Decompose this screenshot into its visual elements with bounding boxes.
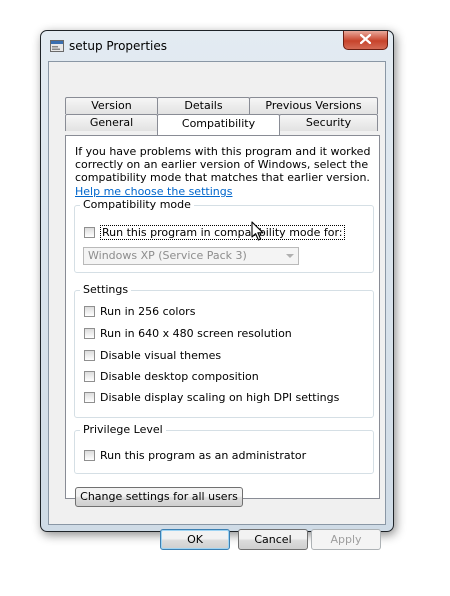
checkbox-disable-visual-themes[interactable]: [84, 350, 95, 361]
cancel-button[interactable]: Cancel: [238, 529, 308, 550]
compat-mode-label: Run this program in compatibility mode f…: [100, 225, 345, 240]
setting-256-colors[interactable]: Run in 256 colors: [84, 305, 195, 318]
setting-label: Run in 256 colors: [100, 305, 196, 318]
dialog-client-area: Version Details Previous Versions Genera…: [48, 61, 386, 550]
run-as-admin-checkbox[interactable]: [84, 450, 95, 461]
compatibility-mode-group: Compatibility mode Run this program in c…: [74, 198, 374, 273]
compat-mode-checkbox[interactable]: [84, 227, 95, 238]
setting-640x480[interactable]: Run in 640 x 480 screen resolution: [84, 327, 292, 340]
compatibility-panel: If you have problems with this program a…: [65, 135, 380, 507]
setting-label: Disable visual themes: [100, 349, 222, 362]
setup-app-icon: [50, 40, 64, 52]
tab-version[interactable]: Version: [65, 97, 158, 114]
setting-label: Disable display scaling on high DPI sett…: [100, 391, 340, 404]
dropdown-value: Windows XP (Service Pack 3): [88, 249, 247, 262]
compat-mode-checkbox-row[interactable]: Run this program in compatibility mode f…: [84, 225, 345, 240]
tab-details[interactable]: Details: [157, 97, 250, 114]
chevron-down-icon: [286, 254, 294, 258]
setting-label: Run in 640 x 480 screen resolution: [100, 327, 292, 340]
change-settings-all-users-button[interactable]: Change settings for all users: [75, 487, 243, 507]
window-title: setup Properties: [69, 39, 168, 53]
help-link[interactable]: Help me choose the settings: [75, 185, 232, 198]
setting-label: Disable desktop composition: [100, 370, 259, 383]
settings-group: Settings Run in 256 colors Run in 640 x …: [74, 283, 374, 418]
privilege-level-group: Privilege Level Run this program as an a…: [74, 423, 374, 474]
checkbox-disable-dpi-scaling[interactable]: [84, 392, 95, 403]
group-title-compatibility-mode: Compatibility mode: [80, 198, 194, 211]
setting-disable-desktop-composition[interactable]: Disable desktop composition: [84, 370, 259, 383]
setting-disable-dpi-scaling[interactable]: Disable display scaling on high DPI sett…: [84, 391, 339, 404]
checkbox-disable-desktop-composition[interactable]: [84, 371, 95, 382]
group-title-privilege-level: Privilege Level: [80, 423, 166, 436]
close-icon: [359, 33, 372, 47]
group-title-settings: Settings: [80, 283, 132, 296]
setting-disable-visual-themes[interactable]: Disable visual themes: [84, 349, 221, 362]
checkbox-640x480[interactable]: [84, 328, 95, 339]
checkbox-256-colors[interactable]: [84, 306, 95, 317]
title-bar[interactable]: setup Properties: [41, 31, 393, 59]
intro-text: If you have problems with this program a…: [75, 145, 371, 184]
ok-button[interactable]: OK: [160, 529, 230, 550]
apply-button[interactable]: Apply: [311, 529, 381, 550]
tab-general[interactable]: General: [65, 114, 158, 131]
run-as-admin-row[interactable]: Run this program as an administrator: [84, 449, 306, 462]
compat-mode-dropdown[interactable]: Windows XP (Service Pack 3): [83, 247, 299, 265]
tab-previous-versions[interactable]: Previous Versions: [249, 97, 378, 114]
tab-security[interactable]: Security: [279, 114, 378, 131]
run-as-admin-label: Run this program as an administrator: [100, 449, 307, 462]
properties-window: setup Properties Version Details Previou…: [40, 30, 394, 550]
tab-compatibility[interactable]: Compatibility: [157, 114, 280, 135]
close-button[interactable]: [343, 31, 388, 50]
mouse-pointer-icon: [251, 221, 265, 245]
